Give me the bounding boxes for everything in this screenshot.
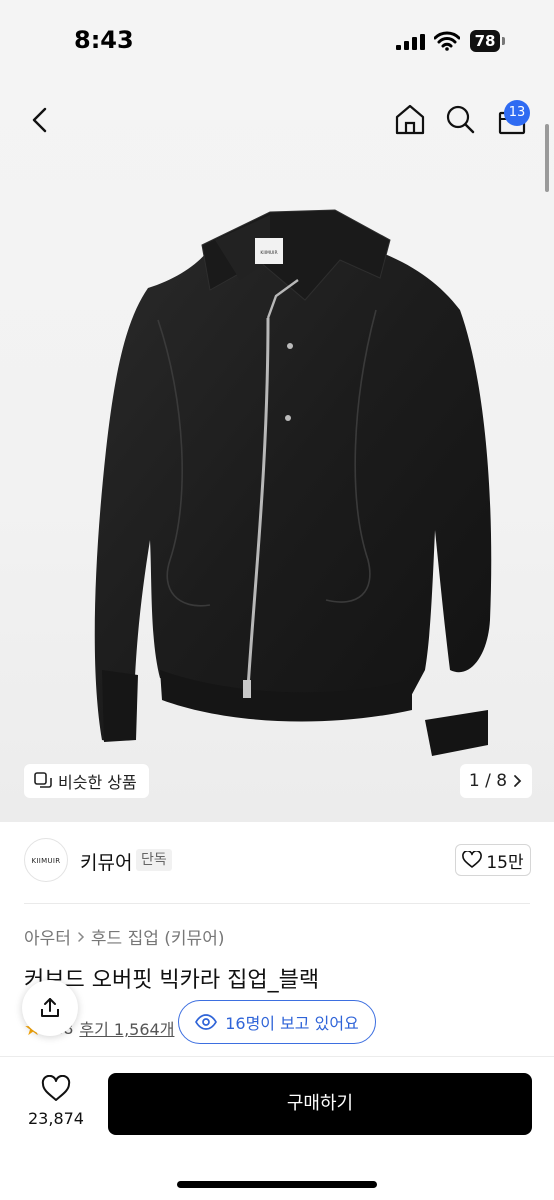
chevron-right-icon — [514, 775, 522, 787]
breadcrumb-category[interactable]: 아우터 — [24, 924, 71, 949]
viewers-count-pill: 16명이 보고 있어요 — [178, 1000, 376, 1044]
reviews-link[interactable]: 후기 1,564개 — [79, 1016, 174, 1040]
section-divider — [24, 903, 530, 904]
wishlist-button[interactable]: 23,874 — [20, 1075, 92, 1139]
top-navigation — [0, 90, 554, 154]
brand-row: KIIMUIR 키뮤어 단독 15만 — [0, 836, 554, 888]
status-time: 8:43 — [74, 26, 134, 54]
exclusive-tag: 단독 — [136, 849, 172, 871]
copy-icon — [34, 772, 52, 788]
bottom-action-bar: 23,874 구매하기 — [0, 1056, 554, 1200]
brand-logo[interactable]: KIIMUIR — [24, 838, 68, 882]
cellular-signal-icon — [396, 34, 425, 50]
chevron-right-icon — [78, 931, 84, 942]
wishlist-count: 23,874 — [28, 1109, 84, 1128]
battery-nub — [502, 37, 505, 45]
share-button[interactable] — [22, 980, 78, 1036]
home-icon[interactable] — [394, 102, 426, 136]
scrollbar[interactable] — [545, 124, 549, 192]
battery-indicator: 78 — [470, 30, 500, 52]
status-bar: 8:43 78 — [0, 0, 554, 84]
neck-label-brand: KIIMUIR — [260, 250, 277, 256]
back-arrow-icon[interactable] — [24, 104, 56, 136]
home-indicator — [177, 1181, 377, 1188]
eye-icon — [195, 1014, 218, 1030]
heart-icon — [462, 851, 483, 868]
brand-like-button[interactable]: 15만 — [455, 844, 531, 876]
share-icon — [41, 998, 59, 1017]
buy-button[interactable]: 구매하기 — [108, 1073, 532, 1135]
cart-count-badge: 13 — [504, 100, 530, 126]
brand-like-count: 15만 — [486, 852, 524, 873]
image-page-counter[interactable]: 1 / 8 — [460, 764, 532, 798]
product-photo-jacket: KIIMUIR — [94, 209, 492, 756]
heart-icon — [41, 1075, 71, 1101]
brand-name[interactable]: 키뮤어 — [80, 848, 132, 875]
viewers-text: 16명이 보고 있어요 — [225, 1014, 359, 1033]
breadcrumb-subcategory[interactable]: 후드 집업 (키뮤어) — [91, 924, 225, 949]
breadcrumb: 아우터 후드 집업 (키뮤어) — [24, 924, 224, 949]
similar-products-label: 비슷한 상품 — [58, 773, 137, 792]
page-indicator-text: 1 / 8 — [468, 771, 508, 791]
similar-products-button[interactable]: 비슷한 상품 — [24, 764, 149, 798]
wifi-icon — [434, 31, 460, 51]
search-icon[interactable] — [444, 102, 476, 136]
